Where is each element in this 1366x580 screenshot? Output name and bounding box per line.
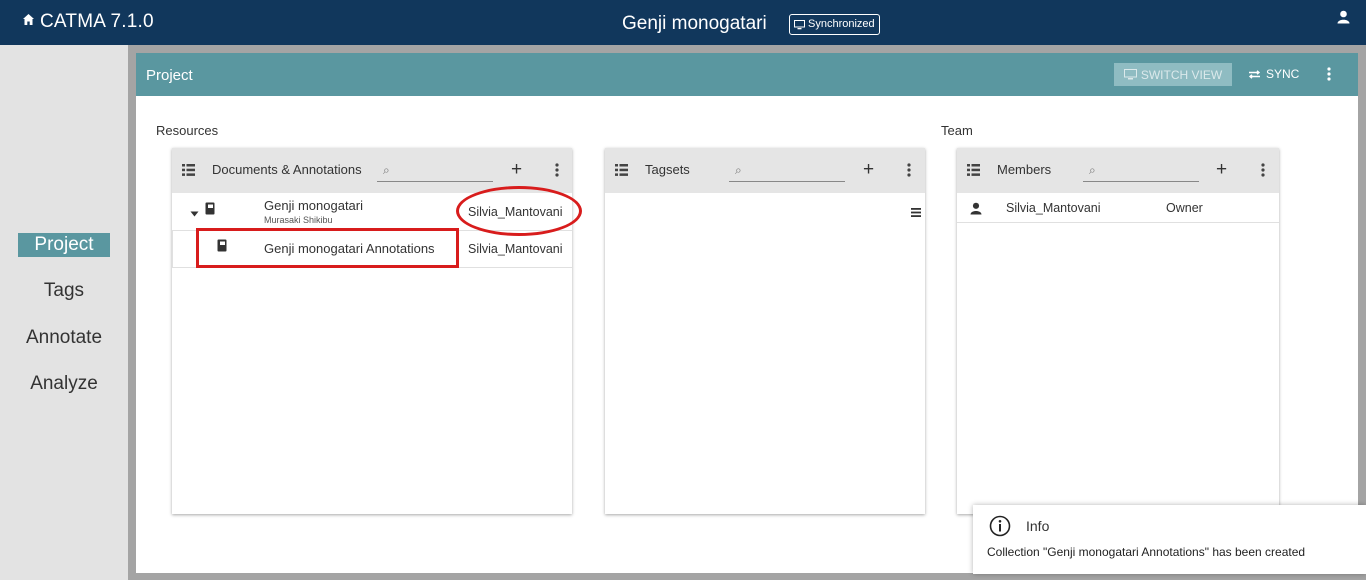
tagsets-menu-icon[interactable] — [907, 163, 911, 182]
document-icon — [205, 202, 215, 218]
info-notification[interactable]: Info Collection "Genji monogatari Annota… — [973, 505, 1366, 574]
project-header-title: Project — [146, 67, 193, 84]
sync-arrows-icon — [1248, 69, 1261, 79]
monitor-icon — [1123, 69, 1137, 80]
resources-label: Resources — [156, 123, 219, 138]
project-menu-icon[interactable] — [1327, 67, 1331, 86]
collection-owner: Silvia_Mantovani — [468, 242, 563, 256]
tagsets-search-input[interactable]: ⌕ — [729, 161, 845, 182]
info-icon — [989, 515, 1011, 542]
nav-item-project[interactable]: Project — [0, 233, 128, 257]
documents-card-title: Documents & Annotations — [212, 162, 362, 177]
column-menu-icon[interactable] — [911, 204, 921, 222]
documents-menu-icon[interactable] — [555, 163, 559, 182]
member-row[interactable]: Silvia_Mantovani Owner — [957, 193, 1279, 223]
members-search-input[interactable]: ⌕ — [1083, 161, 1199, 182]
search-icon: ⌕ — [1089, 163, 1096, 177]
nav-item-annotate[interactable]: Annotate — [0, 327, 128, 349]
monitor-icon — [794, 19, 805, 29]
notification-message: Collection "Genji monogatari Annotations… — [987, 545, 1306, 559]
member-name: Silvia_Mantovani — [1006, 201, 1101, 215]
tagsets-card: Tagsets ⌕ + — [605, 148, 925, 514]
search-icon: ⌕ — [735, 163, 742, 177]
project-header: Project SWITCH VIEW SYNC — [136, 53, 1358, 96]
list-icon — [182, 163, 195, 181]
home-icon[interactable] — [22, 13, 35, 29]
tagsets-card-title: Tagsets — [645, 162, 690, 177]
top-bar: CATMA 7.1.0 Genji monogatari Synchronize… — [0, 0, 1366, 45]
highlight-circle — [456, 186, 582, 236]
members-card-title: Members — [997, 162, 1052, 177]
nav-item-tags[interactable]: Tags — [0, 280, 128, 302]
members-card-header: Members ⌕ + — [957, 148, 1279, 193]
sync-status-label: Synchronized — [808, 18, 875, 30]
team-label: Team — [941, 123, 973, 138]
members-card: Members ⌕ + Silvia_Mantovani Owner — [957, 148, 1279, 514]
sync-status-badge: Synchronized — [789, 14, 880, 35]
document-title: Genji monogatari — [264, 198, 363, 213]
list-icon — [967, 163, 980, 181]
left-navigation: Project Tags Annotate Analyze — [0, 45, 128, 580]
switch-view-button[interactable]: SWITCH VIEW — [1114, 63, 1232, 86]
document-author: Murasaki Shikibu — [264, 215, 333, 225]
user-icon[interactable] — [1337, 10, 1350, 29]
notification-title: Info — [1026, 518, 1050, 534]
add-document-button[interactable]: + — [511, 159, 522, 181]
add-tagset-button[interactable]: + — [863, 159, 874, 181]
app-title[interactable]: CATMA 7.1.0 — [40, 11, 154, 33]
documents-search-input[interactable]: ⌕ — [377, 161, 493, 182]
list-icon — [615, 163, 628, 181]
members-menu-icon[interactable] — [1261, 163, 1265, 182]
search-icon: ⌕ — [383, 163, 390, 177]
nav-item-analyze[interactable]: Analyze — [0, 373, 128, 395]
tagsets-card-header: Tagsets ⌕ + — [605, 148, 925, 193]
highlight-rectangle — [196, 228, 459, 268]
chevron-down-icon[interactable] — [190, 205, 199, 220]
member-role: Owner — [1166, 201, 1203, 215]
sync-button[interactable]: SYNC — [1248, 67, 1299, 81]
add-member-button[interactable]: + — [1216, 159, 1227, 181]
user-icon — [970, 202, 982, 218]
project-title: Genji monogatari — [622, 13, 767, 34]
